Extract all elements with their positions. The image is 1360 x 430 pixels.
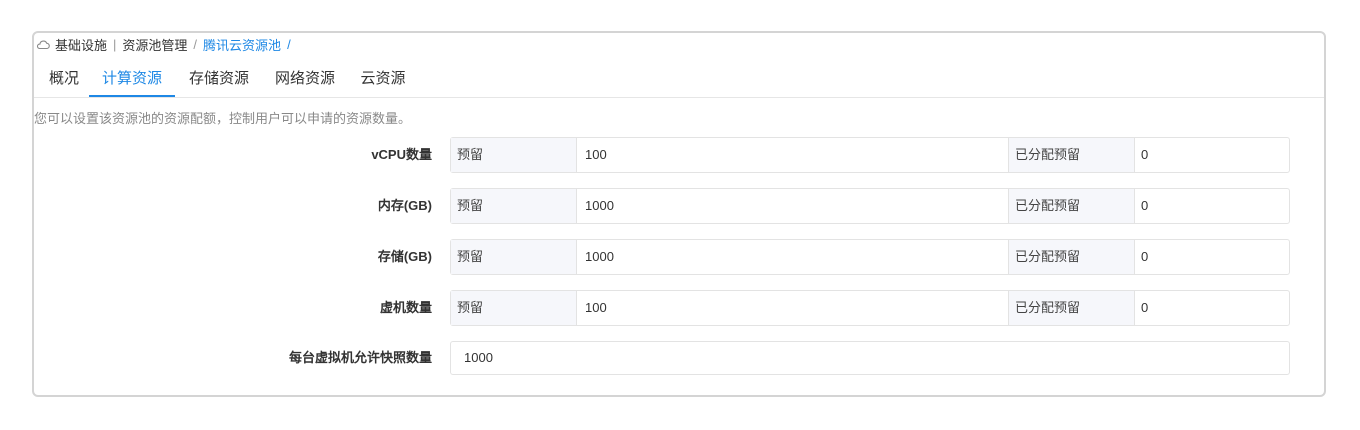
reserve-addon: 预留 — [451, 240, 577, 274]
allocated-value: 0 — [1141, 198, 1149, 213]
quota-input-group: 预留 1000 已分配预留 0 — [450, 188, 1290, 224]
quota-label: 内存(GB) — [377, 198, 432, 213]
quota-input-group: 预留 100 已分配预留 0 — [450, 137, 1290, 173]
tab-bar: 概况 计算资源 存储资源 网络资源 云资源 — [34, 63, 1324, 98]
tab-network[interactable]: 网络资源 — [270, 63, 340, 97]
allocated-value: 0 — [1141, 249, 1149, 264]
allocated-addon: 已分配预留 — [1009, 240, 1135, 274]
allocated-value: 0 — [1141, 147, 1149, 162]
tab-cloud[interactable]: 云资源 — [356, 63, 410, 97]
tab-storage[interactable]: 存储资源 — [184, 63, 254, 97]
reserve-addon: 预留 — [451, 189, 577, 223]
breadcrumb-separator: / — [193, 36, 198, 52]
quota-label: 虚机数量 — [379, 300, 432, 315]
quota-row-storage: 存储(GB) 预留 1000 已分配预留 0 — [34, 239, 1324, 275]
quota-row-vm-count: 虚机数量 预留 100 已分配预留 0 — [34, 290, 1324, 326]
reserve-input[interactable]: 100 — [577, 291, 1009, 325]
quota-label: 存储(GB) — [377, 249, 432, 264]
quota-row-vcpu: vCPU数量 预留 100 已分配预留 0 — [34, 137, 1324, 173]
reserve-input[interactable]: 100 — [577, 138, 1009, 172]
reserve-input[interactable]: 1000 — [577, 240, 1009, 274]
reserve-addon: 预留 — [451, 291, 577, 325]
reserve-addon: 预留 — [451, 138, 577, 172]
reserve-input[interactable]: 1000 — [577, 189, 1009, 223]
quota-label: 每台虚拟机允许快照数量 — [288, 350, 432, 365]
quota-input-group: 预留 1000 已分配预留 0 — [450, 239, 1290, 275]
breadcrumb-separator: / — [287, 36, 291, 52]
breadcrumb-infra[interactable]: 基础设施 — [55, 35, 107, 54]
allocated-value: 0 — [1141, 300, 1149, 315]
allocated-addon: 已分配预留 — [1009, 138, 1135, 172]
allocated-addon: 已分配预留 — [1009, 291, 1135, 325]
tab-overview[interactable]: 概况 — [46, 63, 82, 97]
quota-row-snapshot: 每台虚拟机允许快照数量 1000 — [34, 341, 1324, 375]
cloud-icon — [36, 37, 50, 51]
quota-label: vCPU数量 — [371, 147, 432, 162]
quota-input-group: 预留 100 已分配预留 0 — [450, 290, 1290, 326]
breadcrumb: 基础设施 | 资源池管理 / 腾讯云资源池 / — [36, 34, 297, 54]
resource-pool-panel: 基础设施 | 资源池管理 / 腾讯云资源池 / 概况 计算资源 存储资源 网络资… — [32, 31, 1326, 397]
breadcrumb-current-pool[interactable]: 腾讯云资源池 — [203, 35, 281, 54]
allocated-addon: 已分配预留 — [1009, 189, 1135, 223]
breadcrumb-separator: | — [113, 36, 117, 52]
quota-row-memory: 内存(GB) 预留 1000 已分配预留 0 — [34, 188, 1324, 224]
breadcrumb-pool-management[interactable]: 资源池管理 — [122, 35, 187, 54]
snapshot-input[interactable]: 1000 — [450, 341, 1290, 375]
tab-compute[interactable]: 计算资源 — [89, 63, 175, 97]
quota-description: 您可以设置该资源池的资源配额，控制用户可以申请的资源数量。 — [34, 111, 412, 126]
